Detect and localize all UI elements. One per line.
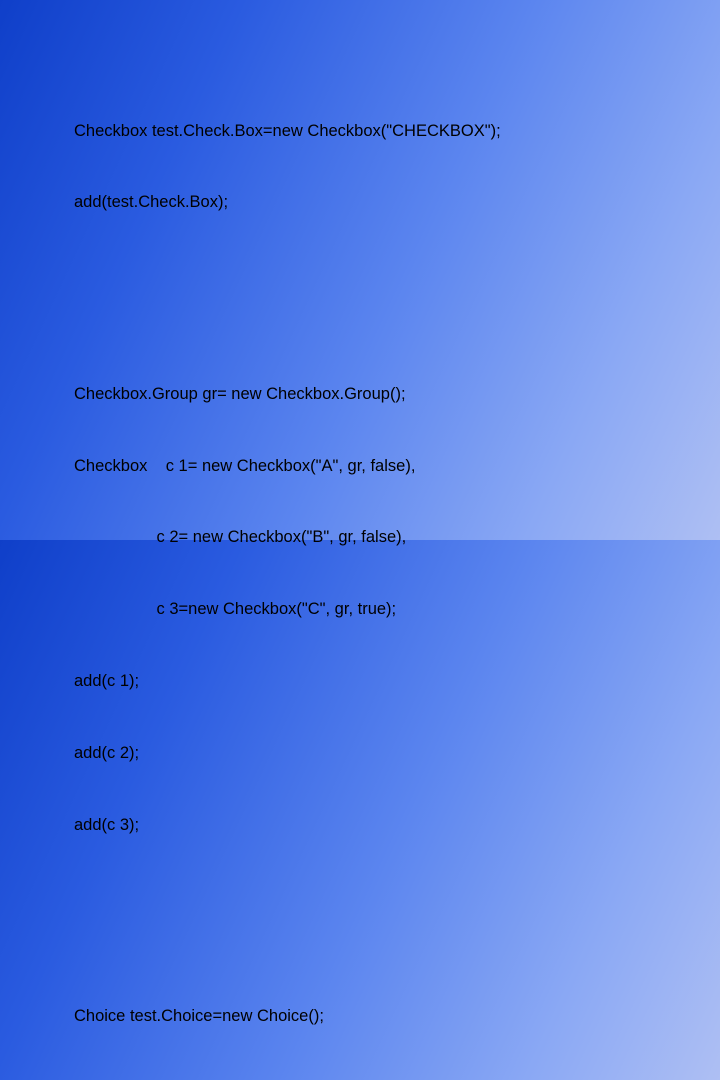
code-line: Choice test.Choice=new Choice();: [74, 1005, 720, 1029]
code-line: c 2= new Checkbox("B", gr, false),: [74, 526, 720, 550]
code-line: Checkbox.Group gr= new Checkbox.Group();: [74, 383, 720, 407]
code-line: Checkbox c 1= new Checkbox("A", gr, fals…: [74, 455, 720, 479]
code-block-choice: Choice test.Choice=new Choice(); test.Ch…: [74, 957, 720, 1080]
code-line: add(test.Check.Box);: [74, 191, 720, 215]
code-line: Checkbox test.Check.Box=new Checkbox("CH…: [74, 120, 720, 144]
code-slide: Checkbox test.Check.Box=new Checkbox("CH…: [0, 0, 720, 1080]
code-line: add(c 3);: [74, 814, 720, 838]
code-line: c 3=new Checkbox("C", gr, true);: [74, 598, 720, 622]
code-line: test.Choice. add.Item("1");: [74, 1077, 720, 1080]
code-line: add(c 1);: [74, 670, 720, 694]
code-line: add(c 2);: [74, 742, 720, 766]
code-block-checkbox-group: Checkbox.Group gr= new Checkbox.Group();…: [74, 335, 720, 885]
code-block-checkbox: Checkbox test.Check.Box=new Checkbox("CH…: [74, 72, 720, 263]
